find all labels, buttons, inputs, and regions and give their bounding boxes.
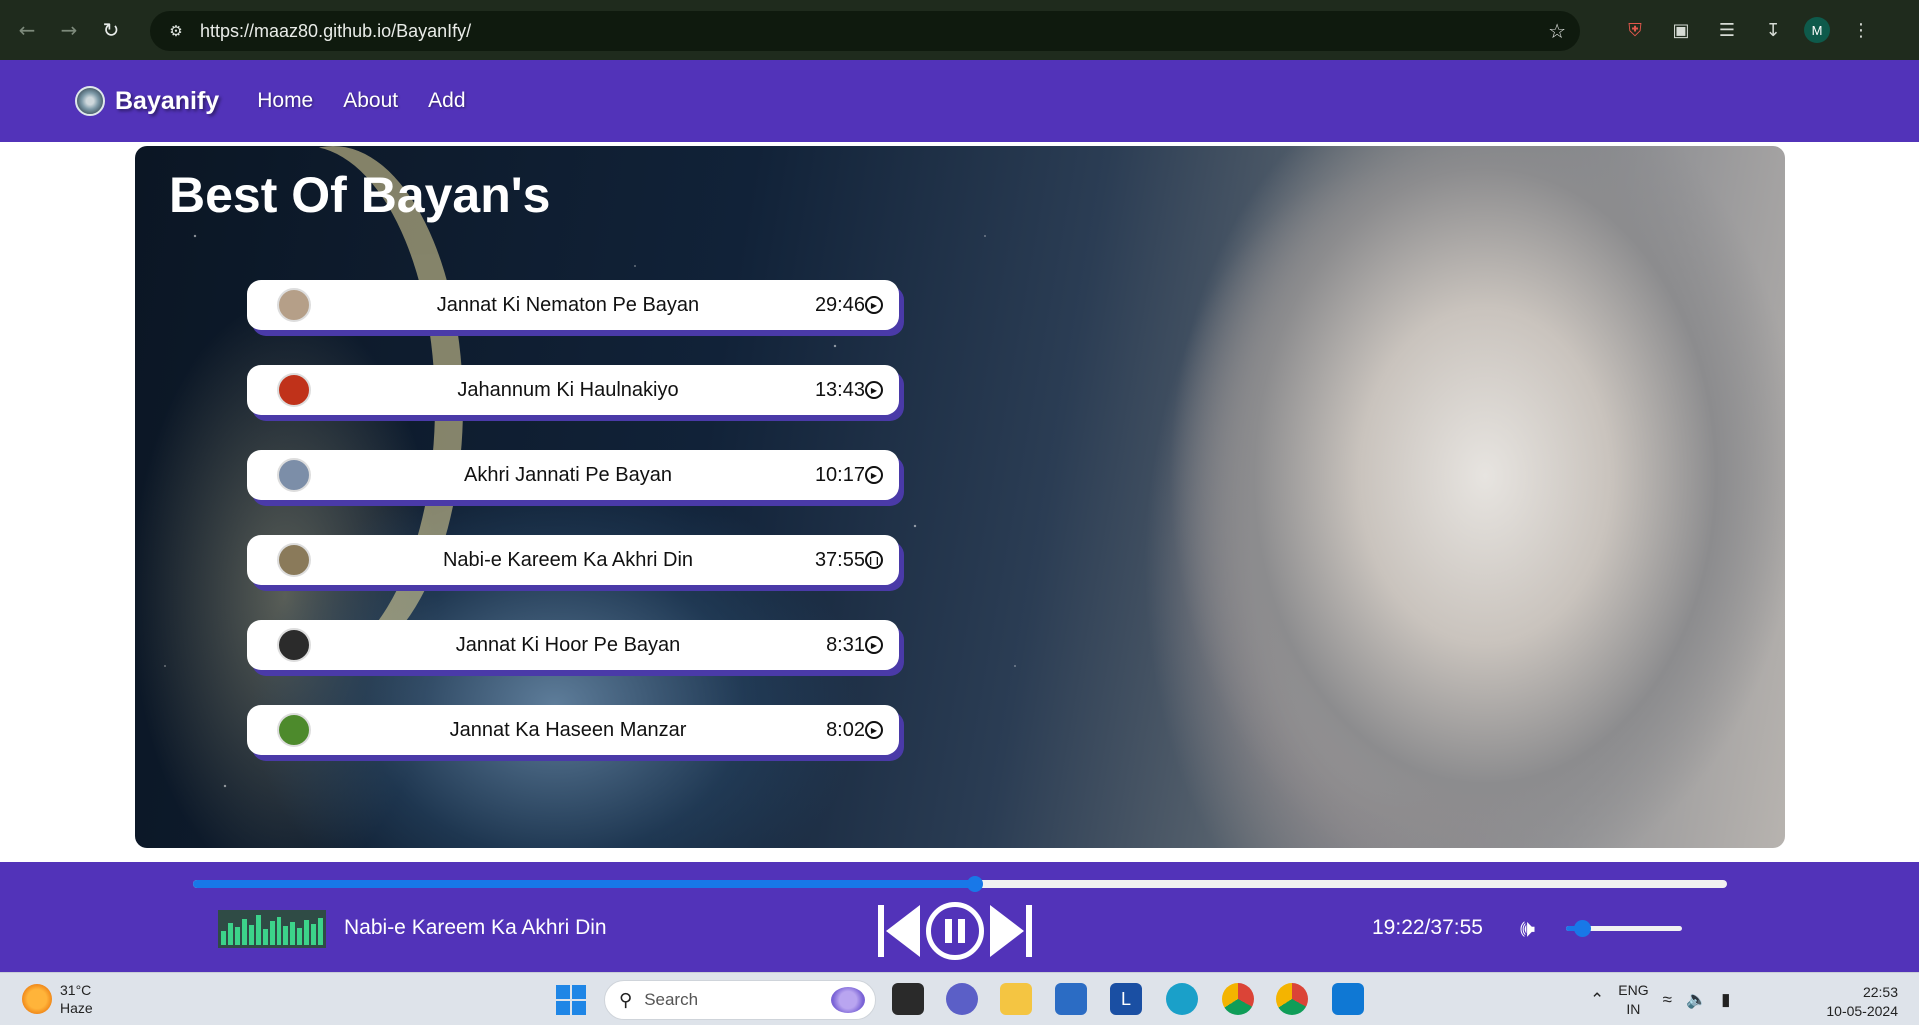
equalizer-gif [218, 910, 326, 948]
song-item[interactable]: Jannat Ki Hoor Pe Bayan 8:31 ▶ [247, 620, 899, 670]
search-icon: ⚲ [619, 989, 633, 1011]
vscode-icon[interactable] [1332, 983, 1364, 1015]
song-thumbnail [277, 373, 311, 407]
taskbar-search[interactable]: ⚲ Search [604, 980, 876, 1020]
nav-link-home[interactable]: Home [257, 89, 313, 113]
battery-icon[interactable]: ▮ [1721, 990, 1730, 1010]
weather-condition: Haze [60, 1000, 93, 1016]
song-duration: 8:31 [826, 633, 865, 656]
teams-chat-icon[interactable] [946, 983, 978, 1015]
sun-icon [22, 984, 52, 1014]
menu-kebab-icon[interactable]: ⋮ [1846, 15, 1876, 45]
song-item[interactable]: Jannat Ka Haseen Manzar 8:02 ▶ [247, 705, 899, 755]
url-text[interactable]: https://maaz80.github.io/BayanIfy/ [200, 21, 471, 42]
search-placeholder: Search [644, 990, 699, 1009]
volume-slider[interactable] [1566, 920, 1682, 937]
address-bar[interactable]: ⚙ https://maaz80.github.io/BayanIfy/ ☆ [150, 11, 1580, 51]
download-icon[interactable]: ↧ [1758, 15, 1788, 45]
progress-bar[interactable] [193, 876, 1727, 892]
forward-icon[interactable]: → [54, 15, 84, 45]
profile-avatar[interactable]: M [1804, 17, 1830, 43]
song-thumbnail [277, 458, 311, 492]
song-thumbnail [277, 288, 311, 322]
next-button[interactable] [990, 905, 1032, 957]
wifi-icon[interactable]: ≈ [1663, 990, 1672, 1010]
brand-name: Bayanify [115, 86, 220, 115]
song-duration: 29:46 [814, 293, 865, 316]
song-item[interactable]: Akhri Jannati Pe Bayan 10:17 ▶ [247, 450, 899, 500]
page-title: Best Of Bayan's [169, 167, 551, 223]
now-playing-title: Nabi-e Kareem Ka Akhri Din [344, 916, 607, 939]
speaker-icon[interactable]: 🔈 [1686, 990, 1707, 1010]
brand[interactable]: Bayanify [75, 86, 219, 116]
search-highlight-icon [831, 987, 865, 1013]
l-app-icon[interactable]: L [1110, 983, 1142, 1015]
song-title: Jannat Ki Nematon Pe Bayan [436, 293, 700, 316]
play-icon[interactable]: ▶ [865, 721, 883, 739]
nav-link-add[interactable]: Add [428, 89, 465, 113]
chrome-profile-icon[interactable] [1276, 983, 1308, 1015]
clock-date: 10-05-2024 [1826, 1003, 1898, 1019]
song-title: Jahannum Ki Haulnakiyo [457, 378, 679, 401]
lang-region: IN [1626, 1001, 1641, 1017]
brand-logo-icon [75, 86, 105, 116]
reload-icon[interactable]: ↻ [96, 15, 126, 45]
song-title: Nabi-e Kareem Ka Akhri Din [442, 548, 694, 571]
song-duration: 37:55 [814, 548, 865, 571]
extensions-icon[interactable]: ▣ [1666, 15, 1696, 45]
volume-thumb[interactable] [1574, 920, 1592, 937]
pause-icon[interactable]: ❙❙ [865, 551, 883, 569]
song-title: Akhri Jannati Pe Bayan [464, 463, 672, 486]
song-duration: 8:02 [826, 718, 865, 741]
progress-thumb[interactable] [967, 876, 984, 892]
language-indicator[interactable]: ENG IN [1618, 981, 1648, 1019]
media-queue-icon[interactable]: ☰ [1712, 15, 1742, 45]
song-thumbnail [277, 713, 311, 747]
playlist-banner: Best Of Bayan's Jannat Ki Nematon Pe Bay… [135, 146, 1785, 848]
temperature: 31°C [60, 982, 92, 998]
song-item[interactable]: Jahannum Ki Haulnakiyo 13:43 ▶ [247, 365, 899, 415]
progress-fill [193, 880, 976, 888]
bookmark-star-icon[interactable]: ☆ [1548, 19, 1566, 43]
play-icon[interactable]: ▶ [865, 296, 883, 314]
weather-widget[interactable]: 31°C Haze [22, 981, 93, 1017]
file-explorer-icon[interactable] [1000, 983, 1032, 1015]
clock-time: 22:53 [1862, 984, 1898, 1000]
song-duration: 10:17 [814, 463, 865, 486]
song-title: Jannat Ki Hoor Pe Bayan [455, 633, 681, 656]
song-item[interactable]: Jannat Ki Nematon Pe Bayan 29:46 ▶ [247, 280, 899, 330]
edge-icon[interactable] [1166, 983, 1198, 1015]
app-navbar: Bayanify Home About Add [0, 60, 1919, 142]
chevron-up-icon[interactable]: ⌃ [1590, 990, 1604, 1010]
shield-extension-icon[interactable]: ⛨ [1620, 15, 1650, 45]
taskbar: 31°C Haze ⚲ Search L ⌃ ENG IN ≈ 🔈 ▮ 22:5… [0, 972, 1919, 1025]
microsoft-store-icon[interactable] [1055, 983, 1087, 1015]
site-info-icon[interactable]: ⚙ [162, 17, 190, 45]
nav-link-about[interactable]: About [343, 89, 398, 113]
player-bar: Nabi-e Kareem Ka Akhri Din 19:22/37:55 🕪 [0, 862, 1919, 972]
song-duration: 13:43 [814, 378, 865, 401]
browser-toolbar: ← → ↻ ⚙ https://maaz80.github.io/BayanIf… [0, 0, 1919, 60]
song-thumbnail [277, 628, 311, 662]
lang-code: ENG [1618, 982, 1649, 998]
chrome-icon[interactable] [1222, 983, 1254, 1015]
previous-button[interactable] [878, 905, 920, 957]
pause-button[interactable] [926, 902, 984, 960]
back-icon[interactable]: ← [12, 15, 42, 45]
system-clock[interactable]: 22:53 10-05-2024 [1788, 983, 1898, 1021]
play-icon[interactable]: ▶ [865, 636, 883, 654]
task-view-icon[interactable] [892, 983, 924, 1015]
volume-icon[interactable]: 🕪 [1520, 914, 1535, 942]
play-icon[interactable]: ▶ [865, 381, 883, 399]
song-title: Jannat Ka Haseen Manzar [449, 718, 687, 741]
song-thumbnail [277, 543, 311, 577]
windows-start-icon[interactable] [556, 985, 586, 1015]
playback-time: 19:22/37:55 [1372, 916, 1483, 939]
song-item[interactable]: Nabi-e Kareem Ka Akhri Din 37:55 ❙❙ [247, 535, 899, 585]
play-icon[interactable]: ▶ [865, 466, 883, 484]
